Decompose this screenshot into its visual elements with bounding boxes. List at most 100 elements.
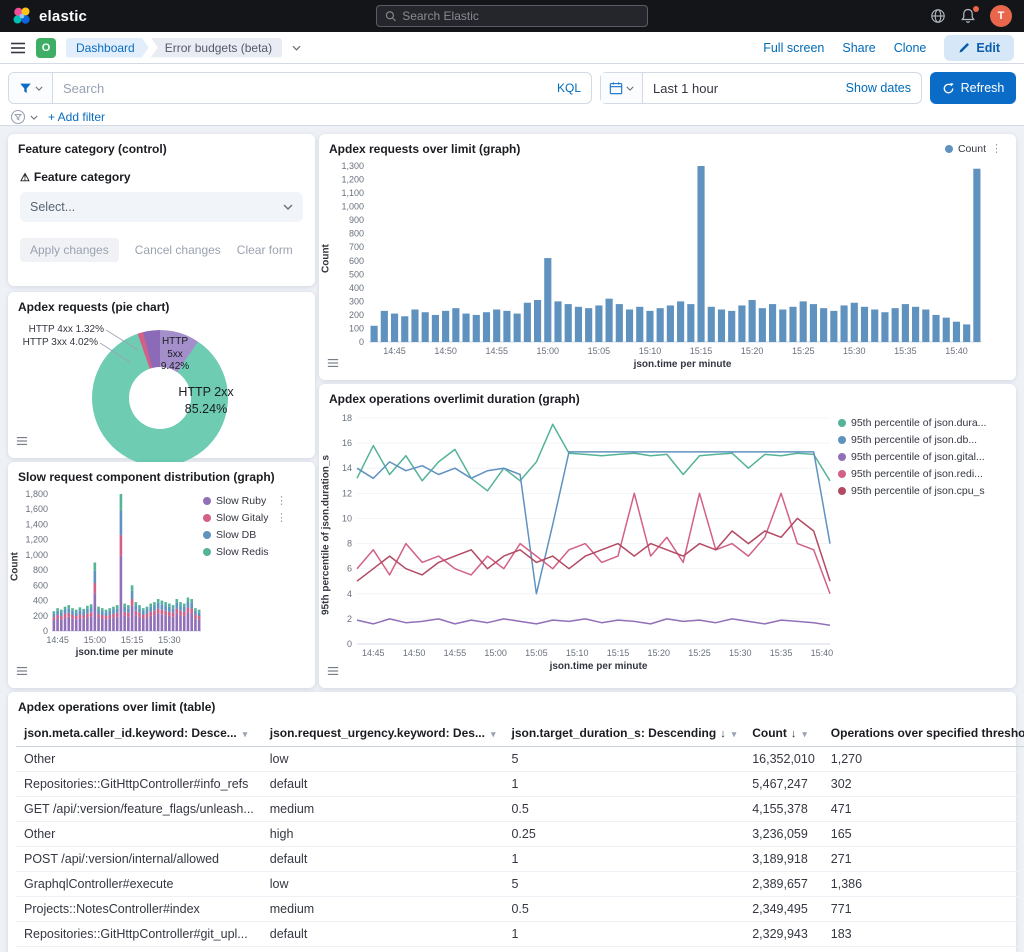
full-screen-button[interactable]: Full screen — [763, 41, 824, 55]
show-dates-button[interactable]: Show dates — [846, 81, 911, 95]
legend-kebab-icon[interactable]: ⋮ — [276, 494, 291, 508]
svg-text:1,600: 1,600 — [25, 504, 48, 514]
svg-text:15:30: 15:30 — [729, 648, 752, 658]
legend-dot — [838, 487, 846, 495]
kql-search-input[interactable] — [63, 81, 549, 96]
field-label: Feature category — [34, 170, 131, 184]
pie-callout-http3xx: HTTP 3xx 4.02% — [16, 337, 98, 348]
user-avatar[interactable]: T — [990, 5, 1012, 27]
svg-text:200: 200 — [349, 310, 364, 320]
legend-kebab-icon[interactable]: ⋮ — [276, 511, 291, 525]
table-cell: low — [262, 872, 504, 897]
pie-label-http5xx: HTTP 5xx 9.42% — [146, 336, 204, 374]
svg-text:14:50: 14:50 — [434, 346, 457, 356]
notifications-bell-icon[interactable] — [960, 8, 976, 24]
table-column-header[interactable]: Count↓▾ — [744, 720, 823, 747]
svg-text:12: 12 — [342, 488, 352, 498]
table-cell: 2,160,602 — [744, 947, 823, 952]
table-cell: 0.25 — [503, 822, 744, 847]
svg-text:1,200: 1,200 — [25, 535, 48, 545]
legend-item[interactable]: 95th percentile of json.dura... — [838, 416, 990, 430]
time-range-display[interactable]: Last 1 hour Show dates — [643, 81, 921, 96]
table-row: Otherlow516,352,0101,270 — [16, 747, 1024, 772]
dashboard-menu-chevron-icon[interactable] — [292, 45, 301, 51]
panel-title: Slow request component distribution (gra… — [8, 462, 315, 486]
date-picker-menu-button[interactable] — [601, 73, 643, 103]
deployment-icon[interactable] — [930, 8, 946, 24]
svg-text:14:55: 14:55 — [485, 346, 508, 356]
bar-chart[interactable]: 01002003004005006007008009001,0001,1001,… — [333, 160, 988, 358]
panel-options-icon[interactable] — [327, 664, 339, 682]
sort-descending-icon: ↓ — [720, 728, 726, 740]
legend-item[interactable]: 95th percentile of json.redi... — [838, 467, 990, 481]
legend-dot — [838, 436, 846, 444]
apdex-table: json.meta.caller_id.keyword: Desce...▾js… — [16, 720, 1024, 952]
y-axis-title: 95th percentile of json.duration_s — [319, 410, 333, 660]
cancel-changes-button[interactable]: Cancel changes — [135, 243, 221, 257]
kql-toggle[interactable]: KQL — [557, 81, 581, 95]
table-cell: 165 — [823, 822, 1024, 847]
table-cell: 2,349,495 — [744, 897, 823, 922]
table-column-header[interactable]: Operations over specified threshold...▾ — [823, 720, 1024, 747]
add-filter-button[interactable]: + Add filter — [48, 110, 105, 124]
table-cell: POST /api/:version/internal/allowed — [16, 847, 262, 872]
legend-kebab-icon[interactable]: ⋮ — [991, 142, 1006, 155]
column-menu-chevron-icon[interactable]: ▾ — [732, 729, 737, 739]
legend-item[interactable]: Slow Redis — [203, 545, 291, 559]
global-search-box[interactable] — [376, 5, 648, 27]
kql-search-box[interactable]: KQL — [53, 73, 591, 103]
menu-hamburger-icon[interactable] — [10, 40, 26, 56]
panel-options-icon[interactable] — [16, 434, 28, 452]
line-chart[interactable]: 02468101214161814:4514:5014:5515:0015:05… — [333, 410, 838, 660]
filter-circle-icon[interactable] — [10, 109, 26, 125]
space-badge[interactable]: O — [36, 38, 56, 58]
panel-feature-category-control: Feature category (control) ⚠ Feature cat… — [8, 134, 315, 286]
panel-options-icon[interactable] — [327, 356, 339, 374]
table-cell: 1,270 — [823, 747, 1024, 772]
legend-item[interactable]: 95th percentile of json.cpu_s — [838, 484, 990, 498]
clear-form-button[interactable]: Clear form — [237, 243, 293, 257]
panel-options-icon[interactable] — [16, 664, 28, 682]
edit-button[interactable]: Edit — [944, 35, 1014, 61]
table-row: GraphqlController#executelow52,389,6571,… — [16, 872, 1024, 897]
svg-text:15:05: 15:05 — [588, 346, 611, 356]
notification-dot — [973, 6, 979, 12]
refresh-button[interactable]: Refresh — [930, 72, 1016, 104]
y-axis-title: Count — [319, 160, 333, 358]
table-row: Otherhigh0.253,236,059165 — [16, 822, 1024, 847]
legend-item-count[interactable]: Count ⋮ — [945, 142, 1006, 155]
legend-item[interactable]: 95th percentile of json.gital... — [838, 450, 990, 464]
column-menu-chevron-icon[interactable]: ▾ — [243, 729, 248, 739]
saved-query-menu-button[interactable] — [9, 73, 53, 103]
legend-item[interactable]: Slow Ruby⋮ — [203, 494, 291, 508]
chevron-down-icon[interactable] — [30, 115, 38, 120]
clone-button[interactable]: Clone — [894, 41, 927, 55]
feature-category-select[interactable]: Select... — [20, 192, 303, 222]
brand-text: elastic — [39, 8, 87, 25]
refresh-icon — [942, 82, 955, 95]
apply-changes-button[interactable]: Apply changes — [20, 238, 119, 262]
legend-item[interactable]: 95th percentile of json.db... — [838, 433, 990, 447]
global-search-input[interactable] — [402, 9, 639, 23]
elastic-home-link[interactable]: elastic — [12, 6, 87, 26]
svg-text:15:00: 15:00 — [84, 635, 107, 645]
column-menu-chevron-icon[interactable]: ▾ — [491, 729, 496, 739]
table-cell: 3,189,918 — [744, 847, 823, 872]
legend-item[interactable]: Slow Gitaly⋮ — [203, 511, 291, 525]
svg-text:15:15: 15:15 — [121, 635, 144, 645]
legend-item[interactable]: Slow DB — [203, 528, 291, 542]
table-column-header[interactable]: json.request_urgency.keyword: Des...▾ — [262, 720, 504, 747]
table-column-header[interactable]: json.target_duration_s: Descending↓▾ — [503, 720, 744, 747]
legend-label: Count — [958, 143, 986, 155]
table-column-header[interactable]: json.meta.caller_id.keyword: Desce...▾ — [16, 720, 262, 747]
share-button[interactable]: Share — [842, 41, 875, 55]
panel-apdex-pie-chart: Apdex requests (pie chart) HTTP 4xx 1.32… — [8, 292, 315, 458]
stacked-bar-chart[interactable]: 02004006008001,0001,2001,4001,6001,80014… — [22, 488, 203, 646]
svg-text:15:05: 15:05 — [525, 648, 548, 658]
svg-text:2: 2 — [347, 614, 352, 624]
svg-text:14:50: 14:50 — [403, 648, 426, 658]
column-menu-chevron-icon[interactable]: ▾ — [802, 729, 807, 739]
breadcrumb-dashboard[interactable]: Dashboard — [66, 38, 149, 58]
svg-text:14:55: 14:55 — [444, 648, 467, 658]
table-cell: Other — [16, 747, 262, 772]
